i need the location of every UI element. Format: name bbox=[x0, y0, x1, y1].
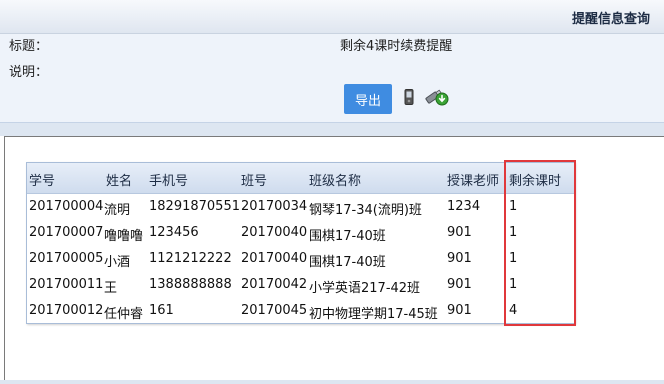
cell-name: 噜噜噜 bbox=[104, 229, 144, 244]
cell-class-name: 钢琴17-34(流明)班 bbox=[309, 203, 422, 218]
cell-class-name: 初中物理学期17-45班 bbox=[309, 307, 438, 322]
cell-teacher: 901 bbox=[447, 251, 472, 266]
title-value: 剩余4课时续费提醒 bbox=[340, 39, 453, 54]
cell-phone: 18291870551 bbox=[149, 199, 240, 214]
table-row[interactable]: 201700011 王 1388888888 20170042 小学英语217-… bbox=[27, 272, 574, 298]
cell-phone: 1388888888 bbox=[149, 277, 232, 292]
cell-phone: 123456 bbox=[149, 225, 199, 240]
bottom-strip bbox=[0, 380, 664, 384]
separator-strip bbox=[0, 123, 664, 136]
usb-download-icon[interactable] bbox=[424, 87, 450, 111]
cell-student-id: 201700012 bbox=[29, 303, 104, 318]
cell-class-id: 20170045 bbox=[241, 303, 308, 318]
cell-class-id: 20170034 bbox=[241, 199, 308, 214]
description-label: 说明： bbox=[9, 65, 49, 80]
cell-class-name: 小学英语217-42班 bbox=[309, 281, 421, 296]
table-row[interactable]: 201700005 小酒 1121212222 20170040 围棋17-40… bbox=[27, 246, 574, 272]
cell-class-name: 围棋17-40班 bbox=[309, 229, 386, 244]
cell-name: 任仲睿 bbox=[104, 307, 144, 322]
cell-student-id: 201700005 bbox=[29, 251, 104, 266]
cell-teacher: 901 bbox=[447, 303, 472, 318]
title-label: 标题： bbox=[9, 39, 49, 54]
query-panel: 提醒信息查询 标题： 剩余4课时续费提醒 说明： 导出 bbox=[0, 0, 664, 123]
panel-header: 提醒信息查询 bbox=[0, 0, 664, 34]
cell-teacher: 1234 bbox=[447, 199, 481, 214]
cell-class-id: 20170042 bbox=[241, 277, 308, 292]
panel-title: 提醒信息查询 bbox=[571, 12, 650, 27]
results-table: 学号 姓名 手机号 班号 班级名称 授课老师 剩余课时 201700004 流明… bbox=[26, 162, 575, 324]
cell-name: 王 bbox=[104, 281, 118, 296]
cell-class-name: 围棋17-40班 bbox=[309, 255, 386, 270]
cell-teacher: 901 bbox=[447, 277, 472, 292]
phone-icon[interactable] bbox=[404, 89, 414, 109]
cell-student-id: 201700004 bbox=[29, 199, 104, 214]
table-row[interactable]: 201700012 任仲睿 161 20170045 初中物理学期17-45班 … bbox=[27, 298, 574, 324]
column-header-student-id[interactable]: 学号 bbox=[29, 170, 55, 189]
cell-phone: 161 bbox=[149, 303, 174, 318]
cell-class-id: 20170040 bbox=[241, 225, 308, 240]
cell-name: 小酒 bbox=[104, 255, 131, 270]
column-header-class-id[interactable]: 班号 bbox=[241, 170, 267, 189]
cell-teacher: 901 bbox=[447, 225, 472, 240]
table-row[interactable]: 201700004 流明 18291870551 20170034 钢琴17-3… bbox=[27, 194, 574, 220]
cell-name: 流明 bbox=[104, 203, 131, 218]
description-row: 说明： bbox=[0, 58, 664, 82]
table-header: 学号 姓名 手机号 班号 班级名称 授课老师 剩余课时 bbox=[27, 163, 574, 194]
remaining-hours-highlight bbox=[504, 160, 576, 326]
cell-class-id: 20170040 bbox=[241, 251, 308, 266]
export-button[interactable]: 导出 bbox=[344, 84, 392, 114]
table-row[interactable]: 201700007 噜噜噜 123456 20170040 围棋17-40班 9… bbox=[27, 220, 574, 246]
column-header-name[interactable]: 姓名 bbox=[106, 170, 132, 189]
cell-student-id: 201700007 bbox=[29, 225, 104, 240]
title-row: 标题： 剩余4课时续费提醒 bbox=[0, 32, 664, 56]
cell-student-id: 201700011 bbox=[29, 277, 104, 292]
column-header-teacher[interactable]: 授课老师 bbox=[447, 170, 499, 189]
column-header-class-name[interactable]: 班级名称 bbox=[309, 170, 361, 189]
column-header-phone[interactable]: 手机号 bbox=[149, 170, 188, 189]
cell-phone: 1121212222 bbox=[149, 251, 232, 266]
